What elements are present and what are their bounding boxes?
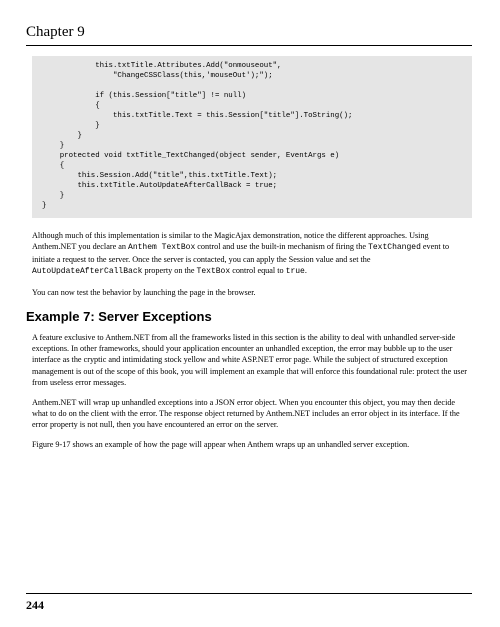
inline-code: TextBox [197, 267, 231, 276]
paragraph-5: Figure 9-17 shows an example of how the … [32, 439, 472, 450]
para-text: . [305, 266, 307, 275]
paragraph-4: Anthem.NET will wrap up unhandled except… [32, 397, 472, 430]
para-text: property on the [142, 266, 196, 275]
para-text: control equal to [230, 266, 285, 275]
inline-code: TextChanged [368, 243, 421, 252]
inline-code: Anthem TextBox [128, 243, 195, 252]
page-number: 244 [26, 598, 44, 612]
example-heading: Example 7: Server Exceptions [26, 308, 472, 326]
paragraph-1: Although much of this implementation is … [32, 230, 472, 278]
code-block: this.txtTitle.Attributes.Add("onmouseout… [32, 56, 472, 218]
page-footer: 244 [26, 593, 472, 613]
paragraph-2: You can now test the behavior by launchi… [32, 287, 472, 298]
chapter-title: Chapter 9 [26, 22, 472, 46]
inline-code: AutoUpdateAfterCallBack [32, 267, 142, 276]
para-text: control and use the built-in mechanism o… [195, 242, 368, 251]
paragraph-3: A feature exclusive to Anthem.NET from a… [32, 332, 472, 387]
inline-code: true [286, 267, 305, 276]
